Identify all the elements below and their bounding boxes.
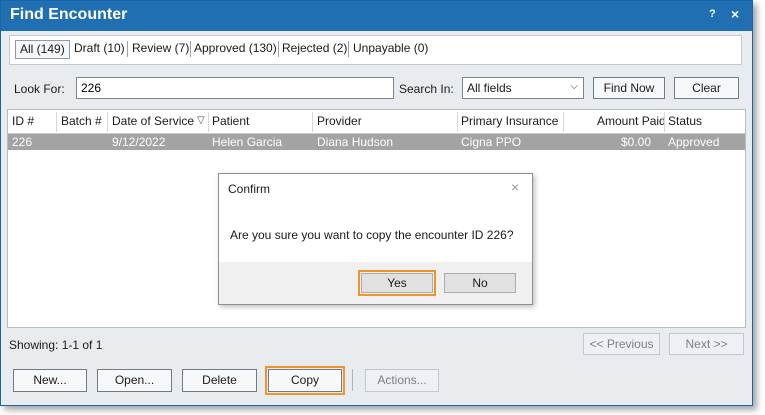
column-divider bbox=[56, 112, 57, 132]
column-divider bbox=[457, 112, 458, 132]
new-button[interactable]: New... bbox=[13, 369, 87, 392]
search-in-value: All fields bbox=[467, 81, 512, 95]
cell-date-of-service: 9/12/2022 bbox=[112, 135, 166, 149]
column-header-patient[interactable]: Patient bbox=[212, 114, 249, 128]
tab-draft[interactable]: Draft (10) bbox=[70, 40, 129, 59]
no-button[interactable]: No bbox=[444, 273, 516, 293]
cell-provider: Diana Hudson bbox=[317, 135, 394, 149]
cell-patient: Helen Garcia bbox=[212, 135, 283, 149]
look-for-label: Look For: bbox=[14, 82, 65, 96]
delete-button[interactable]: Delete bbox=[182, 369, 257, 392]
help-icon[interactable]: ? bbox=[709, 8, 716, 20]
next-page-button[interactable]: Next >> bbox=[669, 333, 744, 355]
find-encounter-window: Find Encounter ? × All (149) Draft (10) … bbox=[0, 0, 753, 406]
column-divider bbox=[312, 112, 313, 132]
column-header-batch[interactable]: Batch # bbox=[61, 114, 102, 128]
column-divider bbox=[664, 112, 665, 132]
grid-header: ID # Batch # Date of Service ▽ Patient P… bbox=[8, 110, 745, 134]
status-tabs: All (149) Draft (10) Review (7) Approved… bbox=[9, 35, 742, 65]
column-divider bbox=[107, 112, 108, 132]
close-icon[interactable]: × bbox=[511, 179, 519, 195]
cell-status: Approved bbox=[668, 135, 720, 149]
column-header-amount-paid[interactable]: Amount Paid bbox=[597, 114, 666, 128]
tab-unpayable[interactable]: Unpayable (0) bbox=[349, 40, 432, 59]
column-header-date-of-service[interactable]: Date of Service bbox=[112, 114, 194, 128]
cell-id: 226 bbox=[12, 135, 33, 149]
copy-button[interactable]: Copy bbox=[265, 366, 345, 395]
previous-page-button[interactable]: << Previous bbox=[583, 333, 660, 355]
title-bar: Find Encounter ? × bbox=[1, 1, 752, 31]
close-icon[interactable]: × bbox=[731, 6, 739, 22]
look-for-input[interactable] bbox=[76, 77, 394, 99]
cell-amount-paid: $0.00 bbox=[621, 135, 652, 149]
column-divider bbox=[563, 112, 564, 132]
window-title: Find Encounter bbox=[10, 6, 128, 23]
dialog-message: Are you sure you want to copy the encoun… bbox=[230, 228, 514, 242]
search-in-label: Search In: bbox=[399, 82, 454, 96]
actions-button[interactable]: Actions... bbox=[365, 369, 439, 392]
clear-button[interactable]: Clear bbox=[674, 77, 739, 99]
find-now-button[interactable]: Find Now bbox=[593, 77, 665, 99]
showing-count: Showing: 1-1 of 1 bbox=[9, 338, 103, 352]
confirm-dialog: Confirm × Are you sure you want to copy … bbox=[218, 173, 533, 305]
tab-all[interactable]: All (149) bbox=[15, 40, 70, 59]
toolbar-divider bbox=[352, 369, 353, 391]
column-header-provider[interactable]: Provider bbox=[317, 114, 362, 128]
dialog-title: Confirm bbox=[228, 182, 271, 196]
tab-rejected[interactable]: Rejected (2) bbox=[278, 40, 351, 59]
search-in-select[interactable]: All fields ⌵ bbox=[462, 77, 584, 99]
column-header-primary-insurance[interactable]: Primary Insurance bbox=[461, 114, 558, 128]
column-header-status[interactable]: Status bbox=[668, 114, 702, 128]
dialog-footer: Yes No bbox=[219, 262, 532, 304]
open-button[interactable]: Open... bbox=[97, 369, 172, 392]
search-bar: Look For: Search In: All fields ⌵ Find N… bbox=[9, 73, 742, 103]
tab-approved[interactable]: Approved (130) bbox=[190, 40, 281, 59]
chevron-down-icon: ⌵ bbox=[570, 81, 578, 92]
yes-button[interactable]: Yes bbox=[358, 270, 436, 296]
table-row[interactable]: 226 9/12/2022 Helen Garcia Diana Hudson … bbox=[8, 134, 745, 150]
sort-descending-icon: ▽ bbox=[197, 115, 205, 126]
tab-review[interactable]: Review (7) bbox=[128, 40, 193, 59]
cell-primary-insurance: Cigna PPO bbox=[461, 135, 522, 149]
column-header-id[interactable]: ID # bbox=[12, 114, 34, 128]
column-divider bbox=[208, 112, 209, 132]
